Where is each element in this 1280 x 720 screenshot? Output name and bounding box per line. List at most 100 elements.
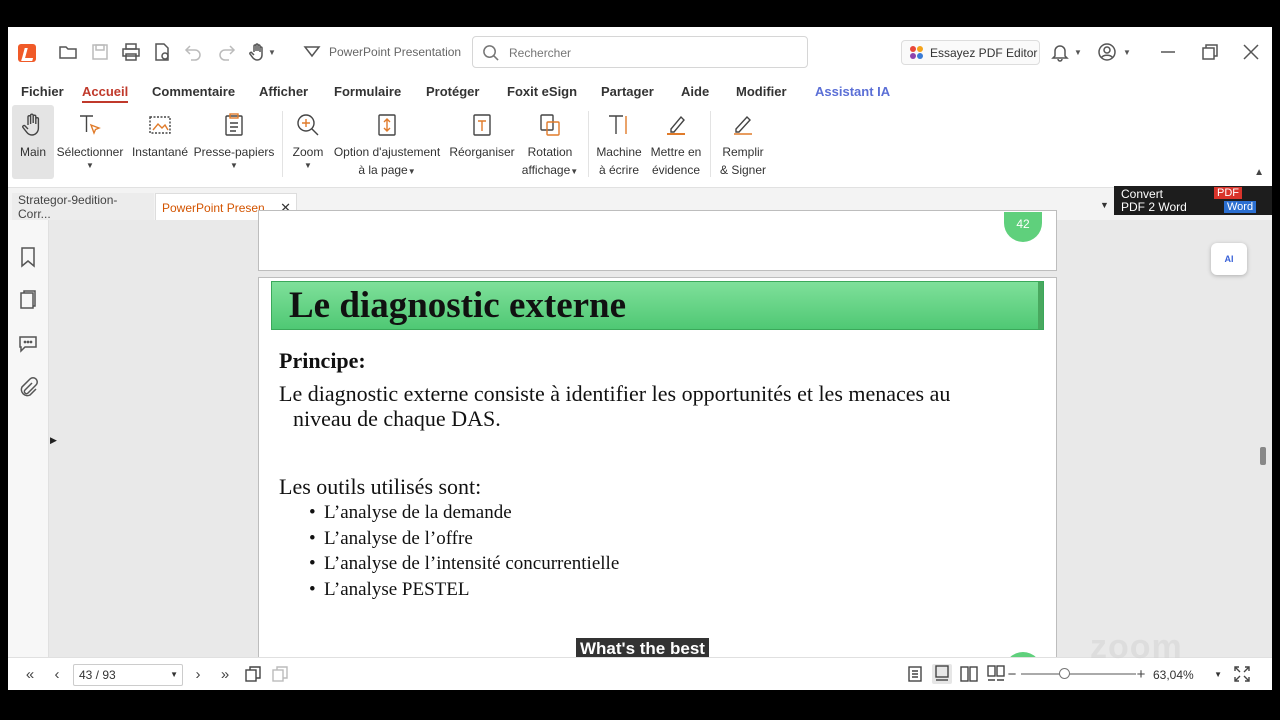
- ai-assistant-icon[interactable]: AI: [1211, 243, 1247, 275]
- foxit-logo-icon: [18, 44, 36, 62]
- page-number-badge: 42: [1004, 212, 1042, 242]
- fill-sign-button[interactable]: Remplir & Signer: [716, 105, 770, 181]
- zoom-in-icon: [294, 111, 322, 139]
- reorganize-label: Réorganiser: [449, 145, 515, 159]
- account-icon[interactable]: [1095, 40, 1119, 64]
- document-viewport[interactable]: ▶ 42 Le diagnostic externe Principe: Le …: [8, 210, 1272, 682]
- save-icon[interactable]: [88, 40, 112, 64]
- tab-list-chevron-icon[interactable]: ▼: [1100, 200, 1109, 210]
- typewriter-button[interactable]: Machine à écrire: [594, 105, 644, 181]
- facing-view-icon[interactable]: [959, 664, 979, 684]
- minimize-icon[interactable]: [1156, 40, 1180, 64]
- single-page-view-icon[interactable]: [905, 664, 925, 684]
- next-view-icon[interactable]: [270, 664, 290, 684]
- previous-view-icon[interactable]: [243, 664, 263, 684]
- menu-aide[interactable]: Aide: [681, 84, 709, 99]
- document-properties-icon[interactable]: [150, 40, 174, 64]
- menu-proteger[interactable]: Protéger: [426, 84, 479, 99]
- tools-heading: Les outils utilisés sont:: [279, 474, 482, 499]
- convert-label-2: PDF 2 Word: [1121, 200, 1187, 214]
- chevron-down-icon: ▼: [86, 161, 94, 170]
- try-pdf-editor-button[interactable]: Essayez PDF Editor: [901, 40, 1040, 65]
- list-item: L’analyse PESTEL: [309, 579, 619, 605]
- word-badge: Word: [1224, 201, 1257, 213]
- restore-icon[interactable]: [1198, 40, 1222, 64]
- menu-commentaire[interactable]: Commentaire: [152, 84, 235, 99]
- chevron-down-icon: ▼: [407, 167, 416, 176]
- vertical-scrollbar-thumb[interactable]: [1260, 447, 1266, 465]
- select-button[interactable]: Sélectionner ▼: [57, 105, 123, 181]
- ribbon-collapse-chevron-icon[interactable]: ▲: [1254, 167, 1264, 178]
- convert-pdf-2-word-banner[interactable]: Convert PDF 2 Word PDF Word: [1114, 186, 1272, 215]
- menu-fichier[interactable]: Fichier: [21, 84, 64, 99]
- print-icon[interactable]: [119, 40, 143, 64]
- attachment-icon[interactable]: [17, 376, 39, 398]
- foxit-pdf-reader-window: ▼ PowerPoint Presentation Essayez PDF Ed…: [8, 27, 1272, 690]
- chevron-down-icon[interactable]: ▼: [1121, 40, 1133, 64]
- previous-page: 42: [258, 210, 1057, 271]
- last-page-icon[interactable]: »: [215, 664, 235, 684]
- menu-partager[interactable]: Partager: [601, 84, 654, 99]
- comments-icon[interactable]: [17, 332, 39, 354]
- fullscreen-icon[interactable]: [1232, 664, 1252, 684]
- clipboard-button[interactable]: Presse-papiers ▼: [194, 105, 274, 181]
- list-item: L’analyse de l’intensité concurrentielle: [309, 553, 619, 579]
- chevron-down-icon: ▼: [170, 670, 178, 679]
- main-hand-tool-button[interactable]: Main: [12, 105, 54, 179]
- expand-panel-chevron-icon[interactable]: ▶: [50, 435, 57, 446]
- snapshot-label: Instantané: [131, 145, 189, 159]
- chevron-down-icon[interactable]: ▼: [1072, 40, 1084, 64]
- bell-icon[interactable]: [1048, 40, 1072, 64]
- typewriter-icon: [605, 111, 633, 139]
- zoom-button[interactable]: Zoom ▼: [288, 105, 328, 181]
- bookmark-icon[interactable]: [17, 246, 39, 268]
- pages-thumbnail-icon[interactable]: [17, 289, 39, 311]
- open-folder-icon[interactable]: [56, 40, 80, 64]
- search-box[interactable]: [472, 36, 808, 68]
- close-icon[interactable]: [1239, 40, 1263, 64]
- zoom-slider[interactable]: [1021, 668, 1136, 679]
- rotate-label-2: affichage▼: [522, 161, 578, 181]
- menu-afficher[interactable]: Afficher: [259, 84, 308, 99]
- ribbon-divider: [588, 111, 589, 177]
- search-input[interactable]: [509, 43, 799, 63]
- tab-label: Strategor-9edition-Corr...: [18, 193, 118, 221]
- zoom-in-icon[interactable]: +: [1135, 664, 1147, 684]
- menu-formulaire[interactable]: Formulaire: [334, 84, 401, 99]
- list-item: L’analyse de l’offre: [309, 528, 619, 554]
- reorganize-button[interactable]: Réorganiser: [449, 105, 515, 181]
- zoom-value-select[interactable]: 63,04% ▼: [1149, 664, 1225, 686]
- fit-page-label-2: à la page▼: [358, 161, 415, 181]
- zoom-out-icon[interactable]: −: [1006, 664, 1018, 684]
- chevron-down-icon[interactable]: ▼: [266, 40, 278, 64]
- first-page-icon[interactable]: «: [20, 664, 40, 684]
- slide-title: Le diagnostic externe: [289, 285, 627, 326]
- pdf-editor-logo-icon: [910, 45, 924, 60]
- menu-foxit-esign[interactable]: Foxit eSign: [507, 84, 577, 99]
- highlight-button[interactable]: Mettre en évidence: [648, 105, 704, 181]
- rotate-label-2-text: affichage: [521, 163, 571, 177]
- menu-assistant-ia[interactable]: Assistant IA: [815, 84, 890, 99]
- main-label: Main: [19, 145, 46, 159]
- continuous-view-icon[interactable]: [932, 664, 952, 684]
- page-number-input[interactable]: 43 / 93 ▼: [73, 664, 183, 686]
- convert-label-1: Convert: [1121, 187, 1164, 201]
- tab-strategor[interactable]: Strategor-9edition-Corr...: [12, 193, 154, 221]
- ribbon-divider: [282, 111, 283, 177]
- menu-accueil[interactable]: Accueil: [82, 84, 129, 103]
- previous-page-icon[interactable]: ‹: [47, 664, 67, 684]
- rotate-view-button[interactable]: Rotation affichage▼: [520, 105, 580, 181]
- typewriter-label-1: Machine: [596, 145, 642, 159]
- navigation-panel-rail: [8, 220, 49, 657]
- menu-modifier[interactable]: Modifier: [736, 84, 787, 99]
- search-icon: [482, 44, 499, 61]
- next-page-icon[interactable]: ›: [188, 664, 208, 684]
- continuous-facing-view-icon[interactable]: [986, 664, 1006, 684]
- fit-page-label-1: Option d'ajustement: [333, 145, 441, 159]
- redo-icon[interactable]: [214, 40, 238, 64]
- filter-icon[interactable]: [300, 40, 324, 64]
- zoom-slider-knob[interactable]: [1059, 668, 1071, 679]
- snapshot-button[interactable]: Instantané: [130, 105, 190, 181]
- undo-icon[interactable]: [182, 40, 206, 64]
- fit-page-option-button[interactable]: Option d'ajustement à la page▼: [332, 105, 442, 181]
